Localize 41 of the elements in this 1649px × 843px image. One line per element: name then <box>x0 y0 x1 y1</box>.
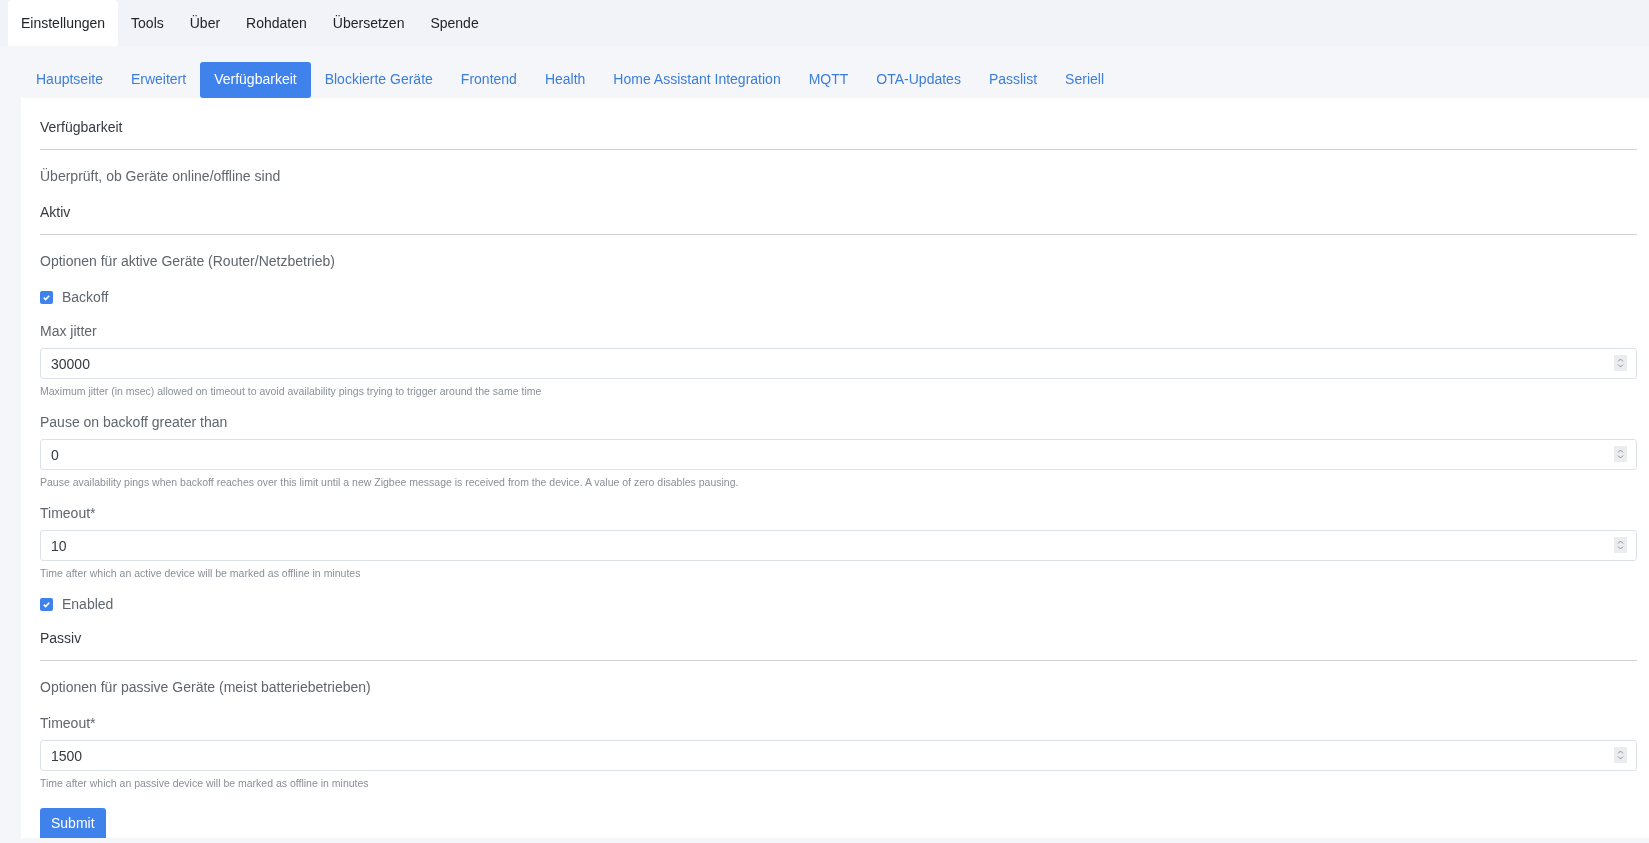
settings-tab[interactable]: OTA-Updates <box>862 61 975 98</box>
settings-tab[interactable]: Verfügbarkeit <box>200 61 311 98</box>
checkbox-label: Enabled <box>62 594 114 614</box>
settings-tab[interactable]: Frontend <box>446 61 531 98</box>
field-help-text: Maximum jitter (in msec) allowed on timeout to avoid availability pings trying to trigger around the same time <box>40 384 543 399</box>
number-input[interactable]: 10 <box>40 530 1637 561</box>
checkbox[interactable] <box>40 290 53 304</box>
checkbox[interactable] <box>40 597 53 611</box>
field-help-text: Time after which an active device will be marked as offline in minutes <box>40 566 362 581</box>
checkmark-icon <box>42 599 51 609</box>
section-description: Optionen für aktive Geräte (Router/Netzbetrieb) <box>40 252 336 271</box>
spinner-arrows-icon[interactable] <box>1614 537 1627 553</box>
section-title: Verfügbarkeit <box>40 118 124 137</box>
number-input[interactable]: 1500 <box>40 740 1637 771</box>
settings-tab[interactable]: Hauptseite <box>22 61 117 98</box>
number-input[interactable]: 0 <box>40 439 1637 470</box>
section-title: Passiv <box>40 629 83 648</box>
submit-button[interactable]: Submit <box>40 808 106 838</box>
settings-tab[interactable]: MQTT <box>794 61 863 98</box>
checkmark-icon <box>42 292 51 302</box>
settings-tab[interactable]: Blockierte Geräte <box>310 61 447 98</box>
section-description: Optionen für passive Geräte (meist batteriebetrieben) <box>40 678 372 697</box>
nav-tab[interactable]: Einstellungen <box>8 0 119 46</box>
field-label: Pause on backoff greater than <box>40 413 229 432</box>
settings-tab[interactable]: Seriell <box>1051 61 1118 98</box>
checkbox-label: Backoff <box>62 287 109 307</box>
field-label: Timeout* <box>40 504 97 523</box>
settings-tab[interactable]: Passlist <box>974 61 1052 98</box>
section-title: Aktiv <box>40 203 72 222</box>
spinner-arrows-icon[interactable] <box>1614 446 1627 462</box>
settings-tab[interactable]: Erweitert <box>116 61 201 98</box>
field-label: Timeout* <box>40 714 97 733</box>
field-help-text: Pause availability pings when backoff reaches over this limit until a new Zigbee message is received from the device. A value of zero disables pausing. <box>40 475 740 490</box>
number-input[interactable]: 30000 <box>40 348 1637 379</box>
settings-tab[interactable]: Health <box>530 61 600 98</box>
section-description: Überprüft, ob Geräte online/offline sind <box>40 167 282 186</box>
spinner-arrows-icon[interactable] <box>1614 747 1627 763</box>
field-label: Max jitter <box>40 322 98 341</box>
field-help-text: Time after which an passive device will be marked as offline in minutes <box>40 776 370 791</box>
settings-tab[interactable]: Home Assistant Integration <box>599 61 795 98</box>
spinner-arrows-icon[interactable] <box>1614 355 1627 371</box>
